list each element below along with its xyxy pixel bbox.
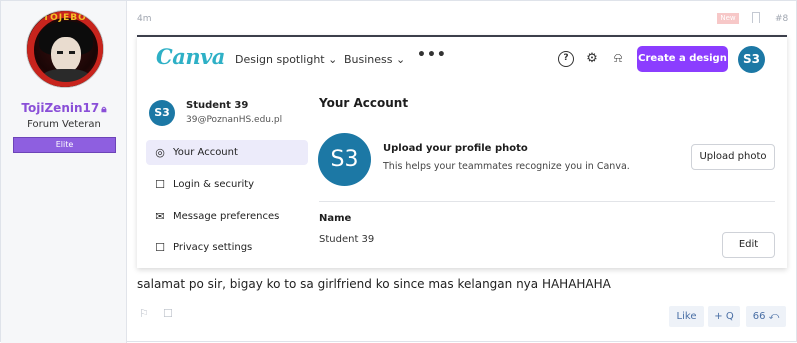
user-info-panel: TOJEBO TojiZenin17 🔒︎ Forum Veteran Elite <box>1 1 127 343</box>
username-text: TojiZenin17 <box>21 101 100 115</box>
username-link[interactable]: TojiZenin17 🔒︎ <box>1 101 127 115</box>
profile-avatar: S3 <box>318 133 371 186</box>
embedded-screenshot[interactable]: Canva Design spotlight ⌄ Business ⌄ ••• … <box>137 35 787 268</box>
sidebar-item-message-preferences: ✉ Message preferences <box>146 204 308 229</box>
sidebar-item-privacy-settings: ☐ Privacy settings <box>146 235 308 260</box>
sidebar-avatar: S3 <box>149 100 175 126</box>
upload-photo-button: Upload photo <box>691 144 775 170</box>
name-label: Name <box>319 213 352 224</box>
canva-logo: Canva <box>156 44 225 69</box>
bell-icon: ⍾ <box>613 51 623 66</box>
lock-icon: ☐ <box>155 178 165 191</box>
post-time[interactable]: 4m <box>137 14 152 24</box>
upload-title: Upload your profile photo <box>383 143 528 154</box>
divider <box>319 201 775 202</box>
sidebar-item-login-security: ☐ Login & security <box>146 172 308 197</box>
chevron-down-icon: ⌄ <box>396 53 406 66</box>
trash-icon[interactable]: ☐ <box>163 307 173 320</box>
gear-icon: ⚙ <box>586 51 598 66</box>
user-title: Forum Veteran <box>27 119 101 130</box>
reply-button[interactable]: 66 ⤺ <box>746 306 786 327</box>
like-button[interactable]: Like <box>669 306 704 327</box>
avatar-logo-text: TOJEBO <box>43 13 87 23</box>
account-avatar: S3 <box>738 46 765 73</box>
forum-post: TOJEBO TojiZenin17 🔒︎ Forum Veteran Elite… <box>0 0 797 343</box>
envelope-icon: ✉ <box>155 210 165 223</box>
sidebar-email: 39@PoznanHS.edu.pl <box>186 115 283 125</box>
lock-icon: ☐ <box>155 241 165 254</box>
upload-description: This helps your teammates recognize you … <box>383 161 630 172</box>
nav-design-spotlight: Design spotlight ⌄ <box>235 53 338 66</box>
name-value: Student 39 <box>319 234 375 245</box>
create-design-button: Create a design <box>637 46 728 72</box>
post-body: salamat po sir, bigay ko to sa girlfrien… <box>137 277 611 291</box>
flag-icon[interactable]: ⚐ <box>139 307 149 320</box>
help-icon: ? <box>558 51 574 67</box>
user-banner: Elite <box>13 137 116 153</box>
user-circle-icon: ◎ <box>155 146 165 159</box>
quote-button[interactable]: + Q <box>708 306 740 327</box>
edit-button: Edit <box>722 232 775 258</box>
canva-navbar: Canva Design spotlight ⌄ Business ⌄ ••• … <box>137 37 787 83</box>
sidebar-item-your-account: ◎ Your Account <box>146 140 308 165</box>
chevron-down-icon: ⌄ <box>328 53 338 66</box>
lock-icon: 🔒︎ <box>101 104 107 115</box>
user-avatar[interactable]: TOJEBO <box>26 10 104 88</box>
nav-business: Business ⌄ <box>344 53 406 66</box>
sidebar-name: Student 39 <box>186 100 249 111</box>
bookmark-icon[interactable] <box>752 12 760 23</box>
page-title: Your Account <box>319 96 409 110</box>
more-icon: ••• <box>417 47 447 63</box>
new-badge: New <box>717 13 739 24</box>
post-number[interactable]: #8 <box>775 14 788 24</box>
